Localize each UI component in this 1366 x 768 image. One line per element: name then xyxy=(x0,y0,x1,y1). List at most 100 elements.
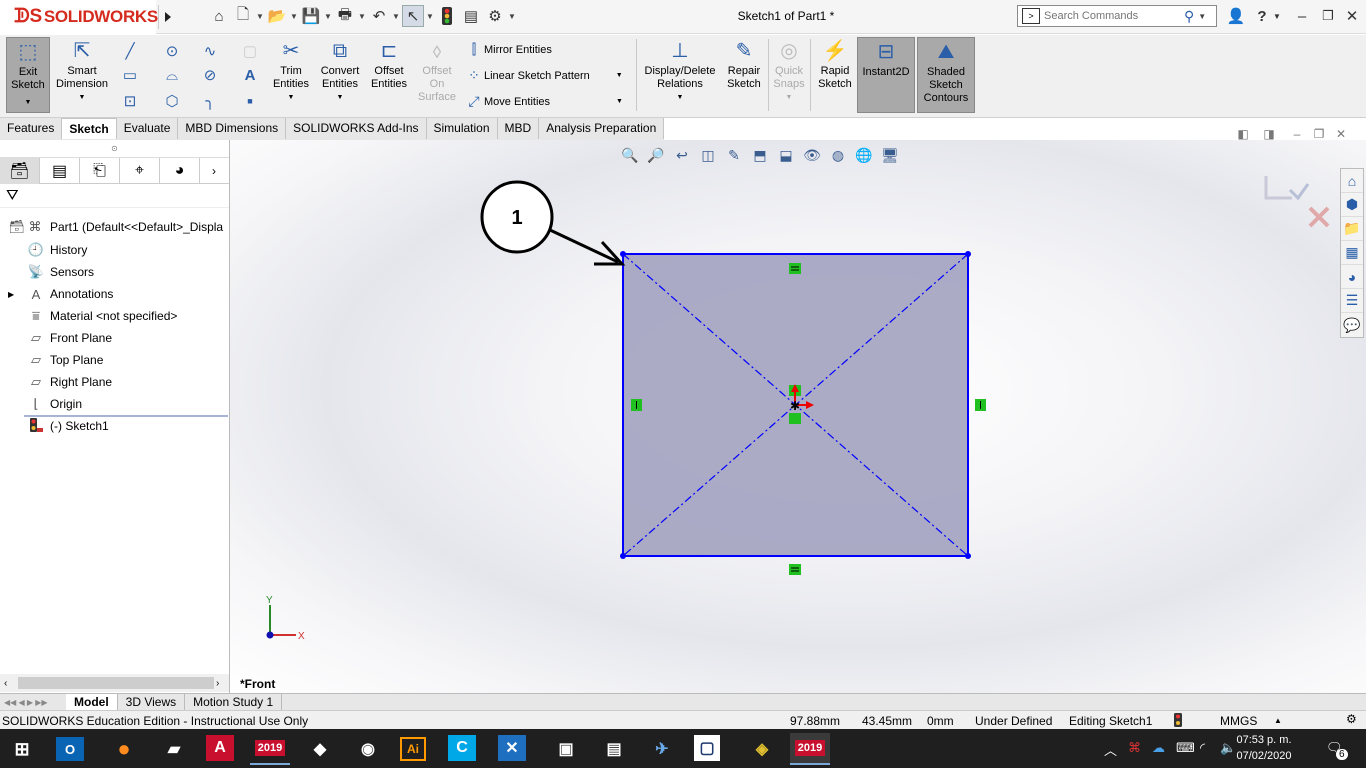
appearances-scenes-icon[interactable]: ◕ xyxy=(1341,265,1363,289)
chevron-down-icon[interactable]: ▼ xyxy=(508,12,516,21)
vertical-relation-icon[interactable] xyxy=(975,399,986,411)
tab-3d-views[interactable]: 3D Views xyxy=(118,694,186,710)
globe-app-icon[interactable]: ◉ xyxy=(350,733,386,765)
tab-features[interactable]: Features xyxy=(0,118,63,139)
chevron-down-icon[interactable]: ▼ xyxy=(337,91,344,104)
tree-item-origin[interactable]: ⌊ Origin xyxy=(26,393,82,415)
print-icon[interactable]: 🖶 xyxy=(334,5,356,27)
tab-scroll-arrows-icon[interactable]: ◀◀ ◀ ▶ ▶▶ xyxy=(0,698,66,707)
sketch-point[interactable] xyxy=(965,251,971,257)
restore-icon[interactable]: ❐ xyxy=(1316,4,1340,28)
search-input[interactable] xyxy=(1044,10,1184,22)
tab-solidworks-add-ins[interactable]: SOLIDWORKS Add-Ins xyxy=(286,118,427,139)
chevron-down-icon[interactable]: ▼ xyxy=(290,12,298,21)
custom-properties-icon[interactable]: ☰ xyxy=(1341,289,1363,313)
tab-simulation[interactable]: Simulation xyxy=(426,118,498,139)
reference-triad-icon[interactable]: Y X xyxy=(266,595,305,642)
offset-entities-button[interactable]: ⊏ Offset Entities xyxy=(368,37,410,91)
design-library-icon[interactable]: ⬢ xyxy=(1341,193,1363,217)
chevron-down-icon[interactable]: ▼ xyxy=(256,12,264,21)
minimize-viewport-icon[interactable]: – xyxy=(1288,126,1306,142)
feature-manager-tab-icon[interactable]: 🗃 xyxy=(0,158,40,184)
sketch-point[interactable] xyxy=(965,553,971,559)
undo-icon[interactable]: ↶ xyxy=(368,5,390,27)
rapid-sketch-button[interactable]: ⚡ Rapid Sketch xyxy=(814,37,856,91)
horizontal-scrollbar[interactable]: ‹ › xyxy=(0,674,229,692)
printer-app-icon[interactable]: ▤ xyxy=(596,733,632,765)
file-manager-icon[interactable]: ▰ xyxy=(156,733,192,765)
point-icon[interactable]: ■ xyxy=(240,91,260,111)
rebuild-status-icon[interactable] xyxy=(1174,713,1182,730)
command-prompt-icon[interactable]: > xyxy=(1022,8,1040,24)
chevron-right-icon[interactable]: › xyxy=(200,158,228,184)
onedrive-cloud-icon[interactable]: ☁ xyxy=(1152,740,1165,756)
options-gear-icon[interactable]: ⚙ xyxy=(484,5,506,27)
polygon-icon[interactable]: ⬡ xyxy=(162,91,182,111)
horizontal-relation-icon[interactable] xyxy=(789,263,801,274)
wifi-icon[interactable]: ◜ xyxy=(1200,740,1205,756)
outlook-icon[interactable]: O xyxy=(56,737,84,761)
unit-system[interactable]: MMGS xyxy=(1220,714,1257,728)
circle-icon[interactable]: ⊙ xyxy=(162,41,182,61)
solidworks-logo[interactable]: ᗫS SOLIDWORKS xyxy=(0,0,158,34)
repair-sketch-button[interactable]: ✎ Repair Sketch xyxy=(724,37,764,91)
search-icon[interactable]: ⚲ xyxy=(1184,8,1194,25)
sketch-point[interactable] xyxy=(620,553,626,559)
tab-sketch[interactable]: Sketch xyxy=(62,118,117,139)
chevron-down-icon[interactable]: ▼ xyxy=(1198,12,1206,21)
tree-item-front-plane[interactable]: ⏥ Front Plane xyxy=(26,327,112,349)
tab-model[interactable]: Model xyxy=(66,694,118,710)
tree-item-sensors[interactable]: 📡 Sensors xyxy=(26,261,94,283)
ccleaner-icon[interactable]: C xyxy=(448,735,476,761)
save-icon[interactable]: 💾 xyxy=(300,5,322,27)
instant2d-button[interactable]: ⊟ Instant2D xyxy=(857,37,915,113)
rebuild-traffic-light-icon[interactable] xyxy=(436,5,458,27)
quick-snaps-button[interactable]: ◎ Quick Snaps ▼ xyxy=(770,37,808,104)
property-manager-tab-icon[interactable]: ▤ xyxy=(40,158,80,184)
move-entities-button[interactable]: ⤢ Move Entities ▼ xyxy=(464,93,623,110)
open-folder-icon[interactable]: 📂 xyxy=(266,5,288,27)
configuration-manager-tab-icon[interactable]: ⎗ xyxy=(80,158,120,184)
vertical-relation-icon[interactable] xyxy=(631,399,642,411)
illustrator-icon[interactable]: Ai xyxy=(400,737,426,761)
scroll-left-icon[interactable]: ‹ xyxy=(4,678,7,689)
shaded-sketch-contours-button[interactable]: ⛰ Shaded Sketch Contours xyxy=(917,37,975,113)
home-icon[interactable]: ⌂ xyxy=(208,5,230,27)
inkscape-icon[interactable]: ◆ xyxy=(302,733,338,765)
autocad-icon[interactable]: A xyxy=(206,735,234,761)
photoshop-style-icon[interactable]: ✈ xyxy=(644,733,680,765)
keyboard-icon[interactable]: ⌨ xyxy=(1176,740,1195,756)
chevron-up-icon[interactable]: ▲ xyxy=(1274,716,1282,725)
smart-dimension-button[interactable]: ⇱ Smart Dimension ▼ xyxy=(52,37,112,104)
menu-expand-icon[interactable] xyxy=(158,5,176,29)
panel-grip[interactable]: ⊙ xyxy=(0,140,229,158)
linear-sketch-pattern-button[interactable]: ⁘ Linear Sketch Pattern ▼ xyxy=(464,67,623,84)
tile-left-icon[interactable]: ◧ xyxy=(1234,126,1252,142)
scrollbar-thumb[interactable] xyxy=(18,677,214,689)
tree-root-part[interactable]: 🗃 ⌘ Part1 (Default<<Default>_Displa xyxy=(4,216,223,238)
slot-icon[interactable]: ⌓ xyxy=(162,65,182,85)
fillet-icon[interactable]: ╮ xyxy=(200,91,220,111)
straight-slot-icon[interactable]: ⊡ xyxy=(120,91,140,111)
chevron-down-icon[interactable]: ▼ xyxy=(324,12,332,21)
dimxpert-manager-tab-icon[interactable]: ⌖ xyxy=(120,158,160,184)
scroll-right-icon[interactable]: › xyxy=(216,678,219,689)
minimize-icon[interactable]: – xyxy=(1290,4,1314,28)
rectangle-icon[interactable]: ▭ xyxy=(120,65,140,85)
chevron-down-icon[interactable]: ▼ xyxy=(392,12,400,21)
new-document-icon[interactable]: 🗋 xyxy=(232,5,254,27)
chevron-up-icon[interactable]: ︿ xyxy=(1104,740,1117,759)
solidworks-resources-icon[interactable]: ⌂ xyxy=(1341,169,1363,193)
convert-entities-button[interactable]: ⧉ Convert Entities ▼ xyxy=(316,37,364,104)
tab-analysis-preparation[interactable]: Analysis Preparation xyxy=(539,118,665,139)
text-icon[interactable]: A xyxy=(240,65,260,85)
chevron-down-icon[interactable]: ▼ xyxy=(616,98,623,105)
mirror-entities-button[interactable]: ⫿ Mirror Entities xyxy=(464,41,552,58)
confirmation-corner[interactable] xyxy=(1264,176,1330,228)
horizontal-relation-icon[interactable] xyxy=(789,564,801,575)
taskbar-clock[interactable]: 07:53 p. m. 07/02/2020 xyxy=(1234,732,1294,764)
chevron-down-icon[interactable]: ▼ xyxy=(677,91,684,104)
close-icon[interactable]: ✕ xyxy=(1340,4,1364,28)
tree-item-material[interactable]: ⩸ Material <not specified> xyxy=(26,305,177,327)
chevron-down-icon[interactable]: ▼ xyxy=(358,12,366,21)
